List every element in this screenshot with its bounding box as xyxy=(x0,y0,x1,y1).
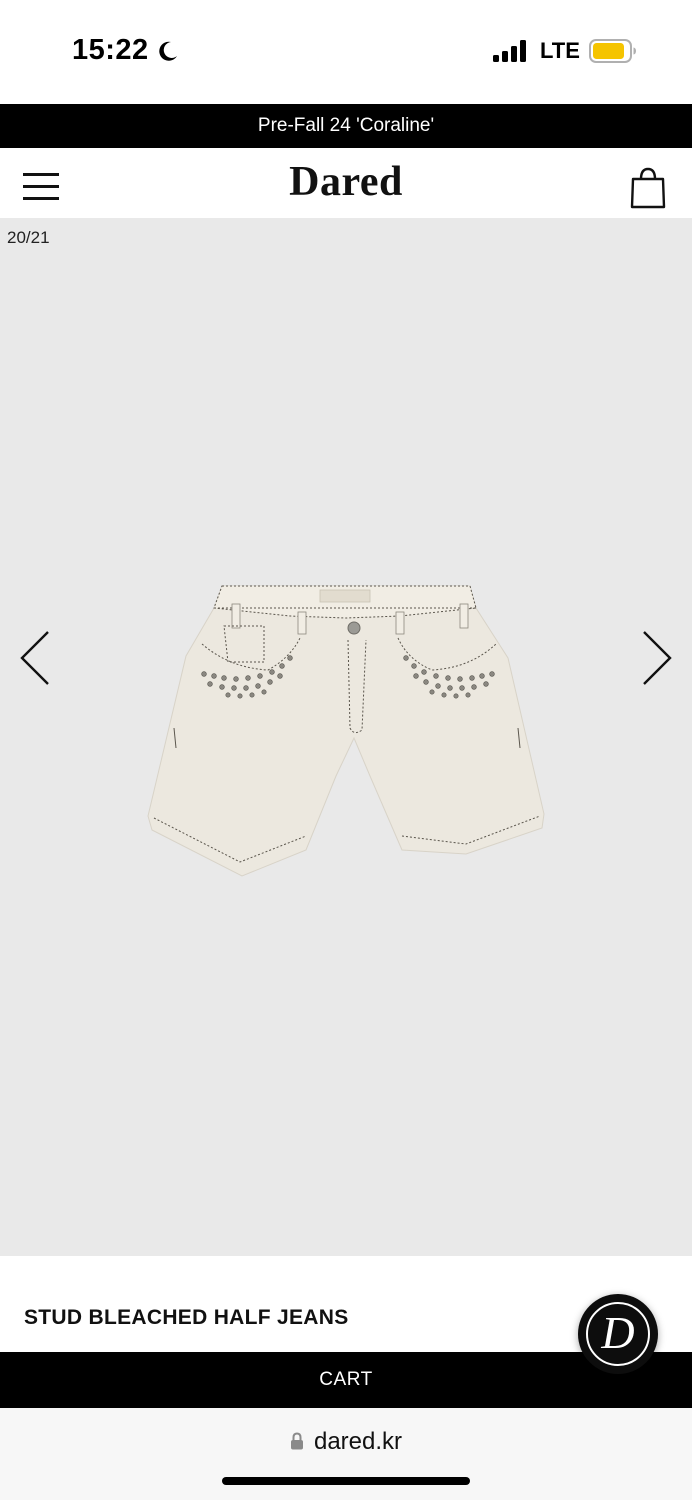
status-time: 15:22 xyxy=(72,34,149,66)
home-indicator[interactable] xyxy=(222,1477,470,1485)
promo-banner[interactable]: Pre-Fall 24 'Coraline' xyxy=(0,104,692,148)
site-header: Dared xyxy=(0,148,692,218)
browser-url-bar: dared.kr xyxy=(0,1408,692,1500)
status-bar: 15:22 LTE xyxy=(0,0,692,104)
signal-icon xyxy=(493,40,526,62)
moon-icon xyxy=(159,41,177,61)
site-logo[interactable]: Dared xyxy=(0,158,692,206)
product-name: STUD BLEACHED HALF JEANS xyxy=(24,1306,349,1329)
chat-logo-letter: D xyxy=(601,1307,635,1358)
lock-icon xyxy=(290,1432,303,1450)
chevron-left-icon[interactable] xyxy=(18,630,54,686)
chat-button[interactable]: D xyxy=(578,1294,658,1374)
product-image xyxy=(147,585,545,877)
url-field[interactable]: dared.kr xyxy=(0,1428,692,1456)
product-gallery[interactable]: 20/21 xyxy=(0,218,692,1256)
chevron-right-icon[interactable] xyxy=(638,630,674,686)
battery-icon xyxy=(589,39,636,63)
bag-icon[interactable] xyxy=(630,166,666,210)
url-text: dared.kr xyxy=(313,1428,403,1455)
gallery-counter: 20/21 xyxy=(7,228,50,247)
network-label: LTE xyxy=(540,38,580,63)
